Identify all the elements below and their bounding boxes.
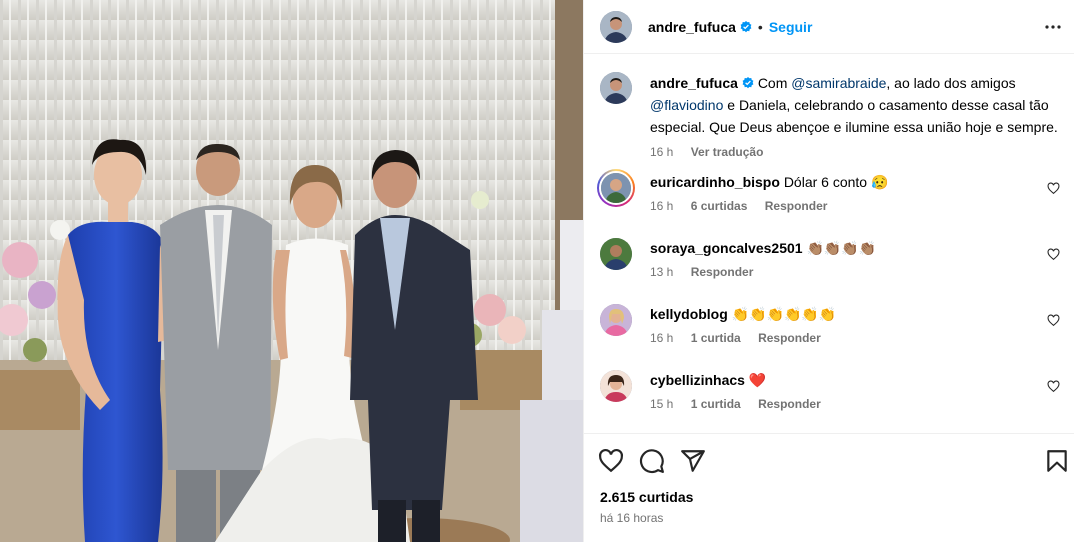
reply-button[interactable]: Responder (758, 331, 821, 345)
caption-username[interactable]: andre_fufuca (650, 75, 738, 91)
comment-username[interactable]: euricardinho_bispo (650, 174, 780, 190)
comment-body: kellydoblog 👏👏👏👏👏👏 16 h 1 curtida Respon… (650, 304, 1060, 346)
post-photo[interactable] (0, 0, 583, 542)
caption-body-1: , ao lado dos amigos (886, 75, 1016, 91)
verified-badge-icon (740, 20, 752, 32)
comment-meta: 16 h 6 curtidas Responder (650, 198, 1060, 214)
post-header: andre_fufuca • Seguir (584, 0, 1074, 54)
translate-link[interactable]: Ver tradução (691, 145, 764, 159)
author-username[interactable]: andre_fufuca (648, 19, 736, 35)
comment-body: euricardinho_bispo Dólar 6 conto 😥 16 h … (650, 172, 1060, 214)
comment-like-heart-icon[interactable] (1047, 314, 1060, 327)
comment-item: cybellizinhacs ❤️ 15 h 1 curtida Respond… (600, 370, 1060, 412)
comment-icon[interactable] (639, 448, 665, 474)
comment-time: 13 h (650, 265, 674, 279)
commenter-avatar-story-ring[interactable] (597, 169, 635, 207)
comment-text: 👏👏👏👏👏👏 (731, 306, 837, 322)
follow-button[interactable]: Seguir (769, 19, 813, 35)
commenter-avatar[interactable] (600, 370, 632, 402)
comment-likes[interactable]: 1 curtida (691, 397, 741, 411)
mention-link[interactable]: @flaviodino (650, 97, 723, 113)
save-bookmark-icon[interactable] (1044, 448, 1070, 474)
more-options-icon[interactable] (1043, 17, 1063, 37)
comment-item: kellydoblog 👏👏👏👏👏👏 16 h 1 curtida Respon… (600, 304, 1060, 346)
comment-time: 16 h (650, 199, 674, 213)
comment-like-heart-icon[interactable] (1047, 380, 1060, 393)
post-side-panel: andre_fufuca • Seguir andre_fufuca Com @… (583, 0, 1074, 542)
comment-body: soraya_goncalves2501 👏🏽👏🏽👏🏽👏🏽 13 h Respo… (650, 238, 1060, 280)
post-timestamp: há 16 horas (600, 511, 664, 525)
comment-likes[interactable]: 6 curtidas (691, 199, 748, 213)
commenter-avatar[interactable] (600, 304, 632, 336)
caption-prefix: Com (757, 75, 788, 91)
comment-like-heart-icon[interactable] (1047, 182, 1060, 195)
comment-body: cybellizinhacs ❤️ 15 h 1 curtida Respond… (650, 370, 1060, 412)
mention-link[interactable]: @samirabraide (791, 75, 886, 91)
verified-badge-icon (742, 77, 754, 89)
caption-author-avatar[interactable] (600, 72, 632, 104)
reply-button[interactable]: Responder (691, 265, 754, 279)
comment-text: 👏🏽👏🏽👏🏽👏🏽 (806, 240, 877, 256)
comment-meta: 13 h Responder (650, 264, 1060, 280)
comment-username[interactable]: soraya_goncalves2501 (650, 240, 803, 256)
comment-like-heart-icon[interactable] (1047, 248, 1060, 261)
post-caption: andre_fufuca Com @samirabraide, ao lado … (600, 72, 1060, 160)
comment-username[interactable]: kellydoblog (650, 306, 728, 322)
comment-meta: 16 h 1 curtida Responder (650, 330, 1060, 346)
likes-count[interactable]: 2.615 curtidas (600, 489, 693, 505)
comment-item: soraya_goncalves2501 👏🏽👏🏽👏🏽👏🏽 13 h Respo… (600, 238, 1060, 280)
caption-meta: 16 h Ver tradução (650, 144, 1060, 160)
commenter-avatar (599, 171, 633, 205)
reply-button[interactable]: Responder (758, 397, 821, 411)
share-icon[interactable] (680, 448, 706, 474)
comment-text: Dólar 6 conto 😥 (783, 174, 889, 190)
caption-time: 16 h (650, 145, 674, 159)
wedding-photo-illustration (0, 0, 583, 542)
comment-meta: 15 h 1 curtida Responder (650, 396, 1060, 412)
caption-text: andre_fufuca Com @samirabraide, ao lado … (650, 72, 1060, 160)
comment-item: euricardinho_bispo Dólar 6 conto 😥 16 h … (597, 169, 1060, 214)
reply-button[interactable]: Responder (765, 199, 828, 213)
comment-likes[interactable]: 1 curtida (691, 331, 741, 345)
comment-username[interactable]: cybellizinhacs (650, 372, 745, 388)
commenter-avatar[interactable] (600, 238, 632, 270)
author-avatar[interactable] (600, 10, 632, 43)
comment-time: 15 h (650, 397, 674, 411)
post-action-bar (584, 433, 1074, 487)
comment-time: 16 h (650, 331, 674, 345)
like-heart-icon[interactable] (598, 448, 624, 474)
header-separator: • (757, 18, 763, 35)
comment-text: ❤️ (748, 372, 767, 388)
